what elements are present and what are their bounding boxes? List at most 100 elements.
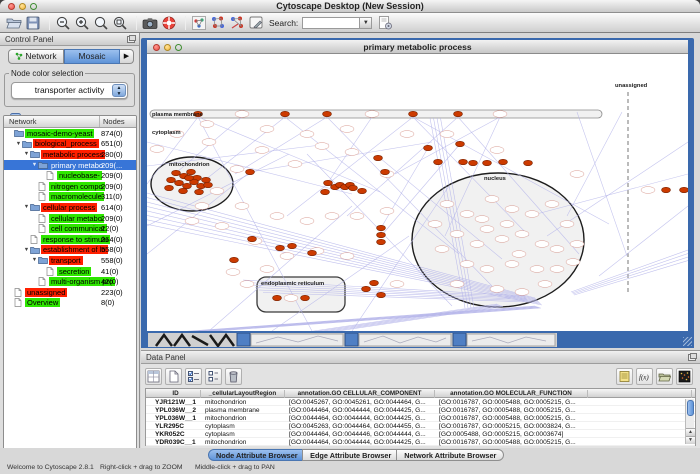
network-overview-icon[interactable] <box>191 15 207 31</box>
node-color-select[interactable]: transporter activity ▲▼ <box>11 82 128 99</box>
help-icon[interactable] <box>161 15 177 31</box>
tree-row[interactable]: ▼transport558(0) <box>4 255 136 266</box>
tree-row[interactable]: ▼cellular process614(0) <box>4 202 136 213</box>
network-node[interactable] <box>358 188 367 193</box>
tree-row[interactable]: nitrogen compo209(0) <box>4 181 136 192</box>
network-node[interactable] <box>288 243 297 248</box>
network-canvas[interactable]: plasma membranecytoplasmmitochondrionnuc… <box>147 54 688 331</box>
expand-arrow-icon[interactable]: ▼ <box>15 141 22 147</box>
attribute-matrix-icon[interactable] <box>676 368 693 385</box>
tab-mosaic[interactable]: Mosaic <box>64 49 120 64</box>
tree-col-nodes[interactable]: Nodes <box>103 117 125 126</box>
table-row[interactable]: YJR121W__1mitochondrion[GO:0045267, GO:0… <box>146 398 695 406</box>
hide-details-icon[interactable] <box>229 15 245 31</box>
network-node[interactable] <box>456 141 465 146</box>
scroll-down-icon[interactable]: ▼ <box>686 436 695 444</box>
network-node[interactable] <box>349 185 358 190</box>
expand-arrow-icon[interactable]: ▼ <box>23 247 30 253</box>
network-node[interactable] <box>175 180 184 185</box>
save-icon[interactable] <box>25 15 41 31</box>
network-node[interactable] <box>381 169 390 174</box>
search-dropdown-icon[interactable]: ▼ <box>360 17 372 29</box>
zoom-fit-icon[interactable] <box>93 15 109 31</box>
tree-row[interactable]: ▼primary metabo209(... <box>4 160 136 171</box>
table-row[interactable]: YKR052Ccytoplasm[GO:0044464, GO:0044446,… <box>146 430 695 438</box>
zoom-selected-icon[interactable] <box>112 15 128 31</box>
network-node[interactable] <box>187 169 196 174</box>
network-node[interactable] <box>434 159 443 164</box>
tab-edge-attribute-browser[interactable]: Edge Attribute Browser <box>302 449 399 461</box>
network-node[interactable] <box>301 295 310 300</box>
table-column-header[interactable]: annotation.GO CELLULAR_COMPONENT <box>285 390 435 398</box>
network-node[interactable] <box>204 182 213 187</box>
expand-arrow-icon[interactable]: ▼ <box>23 151 30 157</box>
network-node[interactable] <box>362 286 371 291</box>
tree-row[interactable]: unassigned223(0) <box>4 287 136 298</box>
network-node[interactable] <box>662 187 671 192</box>
table-column-header[interactable]: ID <box>151 390 201 398</box>
network-node[interactable] <box>195 189 204 194</box>
search-config-icon[interactable] <box>377 15 393 31</box>
table-row[interactable]: YDR039C__1mitochondrion[GO:0044464, GO:0… <box>146 438 695 446</box>
zoom-out-icon[interactable] <box>55 15 71 31</box>
network-node[interactable] <box>273 295 282 300</box>
table-row[interactable]: YPL036W__1mitochondrion[GO:0044464, GO:0… <box>146 414 695 422</box>
search-input[interactable] <box>302 17 360 29</box>
network-node[interactable] <box>167 177 176 182</box>
network-node[interactable] <box>248 236 257 241</box>
resize-grip-icon[interactable] <box>683 337 692 346</box>
network-node[interactable] <box>499 159 508 164</box>
network-node[interactable] <box>469 160 478 165</box>
function-builder-icon[interactable]: f(x) <box>636 368 653 385</box>
tree-row[interactable]: ▼biological_process651(0) <box>4 139 136 150</box>
tree-row[interactable]: cellular metabo209(0) <box>4 213 136 224</box>
network-node[interactable] <box>377 225 386 230</box>
annotation-icon[interactable] <box>248 15 264 31</box>
open-file-icon[interactable] <box>6 15 22 31</box>
background-windows-strip[interactable] <box>148 333 557 347</box>
select-attributes-icon[interactable] <box>185 368 202 385</box>
tree-row[interactable]: secretion41(0) <box>4 266 136 277</box>
snapshot-icon[interactable] <box>142 15 158 31</box>
network-node[interactable] <box>377 239 386 244</box>
tree-row[interactable]: ▼establishment of lo558(0) <box>4 245 136 256</box>
network-node[interactable] <box>680 187 688 192</box>
table-vertical-scrollbar[interactable]: ▲ ▼ <box>685 399 694 444</box>
network-node[interactable] <box>424 145 433 150</box>
tree-row[interactable]: cell communicat22(0) <box>4 223 136 234</box>
new-attribute-icon[interactable] <box>165 368 182 385</box>
network-node[interactable] <box>183 183 192 188</box>
network-node[interactable] <box>185 175 194 180</box>
network-node[interactable] <box>172 170 181 175</box>
tree-row[interactable]: mosaic-demo-yeast874(0) <box>4 128 136 139</box>
network-node[interactable] <box>377 292 386 297</box>
import-attributes-icon[interactable] <box>656 368 673 385</box>
tree-row[interactable]: macromolecule311(0) <box>4 192 136 203</box>
network-node[interactable] <box>281 111 290 116</box>
scrollbar-thumb[interactable] <box>687 400 694 416</box>
scroll-up-icon[interactable]: ▲ <box>686 428 695 436</box>
float-panel-icon[interactable] <box>127 36 135 43</box>
float-panel-icon[interactable] <box>688 354 696 361</box>
tree-row[interactable]: response to stimulu264(0) <box>4 234 136 245</box>
network-node[interactable] <box>308 250 317 255</box>
notepad-icon[interactable] <box>616 368 633 385</box>
network-node[interactable] <box>409 111 418 116</box>
network-node[interactable] <box>165 185 174 190</box>
network-node[interactable] <box>377 232 386 237</box>
network-node[interactable] <box>323 111 332 116</box>
attribute-layout-icon[interactable] <box>205 368 222 385</box>
table-row[interactable]: YPL036W__2plasma membrane[GO:0044464, GO… <box>146 406 695 414</box>
tab-network-attribute-browser[interactable]: Network Attribute Browser <box>396 449 504 461</box>
expand-arrow-icon[interactable]: ▼ <box>31 162 38 168</box>
network-node[interactable] <box>321 189 330 194</box>
network-window-titlebar[interactable]: primary metabolic process <box>147 40 688 54</box>
network-node[interactable] <box>276 245 285 250</box>
tree-row[interactable]: nucleobase-209(0) <box>4 170 136 181</box>
tree-col-network[interactable]: Network <box>9 117 37 126</box>
network-node[interactable] <box>202 177 211 182</box>
network-node[interactable] <box>483 160 492 165</box>
zoom-in-icon[interactable] <box>74 15 90 31</box>
network-node[interactable] <box>179 188 188 193</box>
table-column-header[interactable]: annotation.GO MOLECULAR_FUNCTION <box>435 390 588 398</box>
